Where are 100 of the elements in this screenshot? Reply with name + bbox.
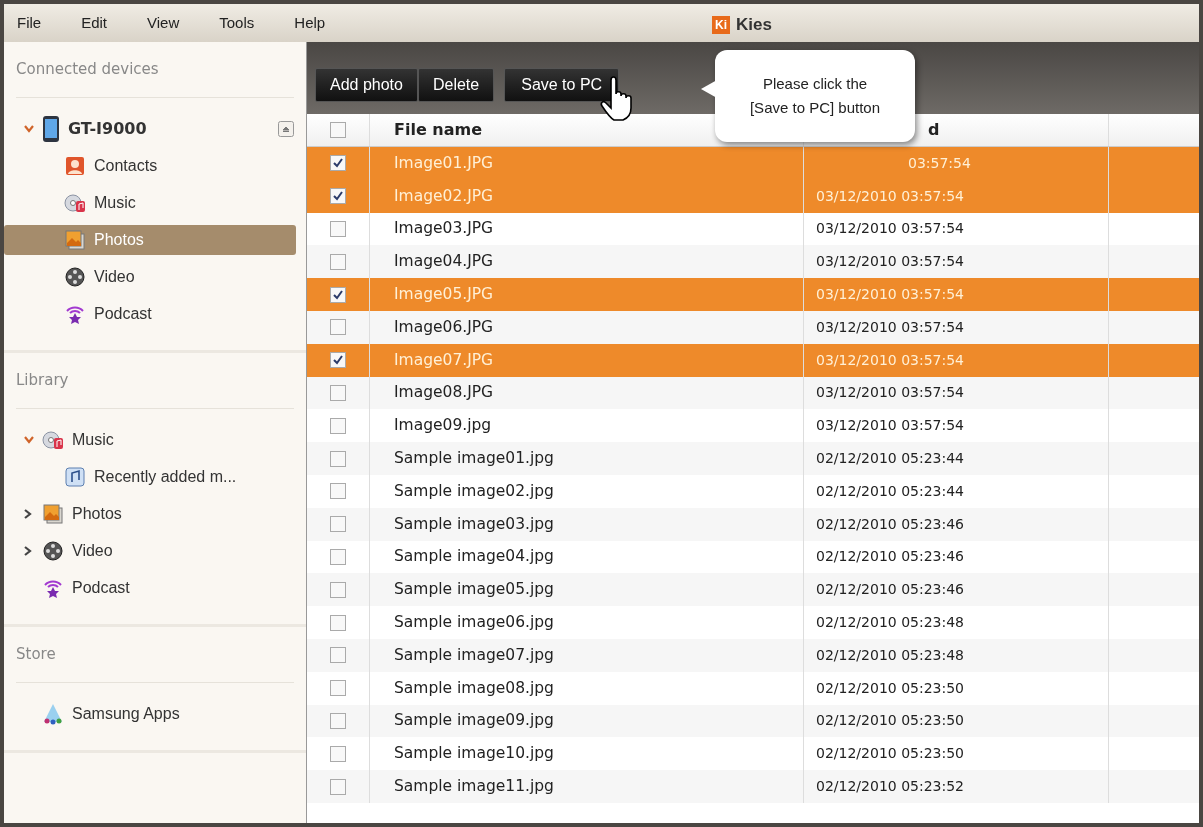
section-heading: Connected devices — [16, 59, 159, 81]
table-row[interactable]: Image08.JPG 03/12/2010 03:57:54 — [307, 376, 1199, 410]
menu-item[interactable]: File — [4, 11, 55, 35]
toolbar-button[interactable]: Save to PC — [504, 68, 620, 102]
checkbox[interactable] — [330, 647, 346, 664]
sidebar-item[interactable]: Video — [24, 535, 121, 566]
music-note-icon — [64, 465, 86, 488]
table-cell-text: 03/12/2010 03:57:54 — [816, 350, 965, 370]
chevron-right-icon[interactable] — [24, 508, 32, 519]
sidebar-item[interactable]: Recently added m... — [64, 461, 245, 492]
toolbar-button[interactable]: Delete — [417, 68, 495, 102]
checkbox[interactable] — [330, 155, 346, 172]
sidebar-item[interactable]: Podcast — [24, 572, 138, 603]
film-reel-icon — [42, 539, 64, 562]
checkbox[interactable] — [330, 253, 346, 270]
checkbox[interactable] — [330, 188, 346, 205]
table-cell-text: 02/12/2010 05:23:46 — [816, 514, 965, 534]
sidebar-item[interactable]: GT-I9000 — [24, 113, 155, 144]
table-cell-text: Image02.JPG — [394, 185, 494, 207]
table-cell-text: Sample image09.jpg — [394, 710, 554, 732]
window-title: Kies — [736, 14, 772, 36]
sidebar-item[interactable]: Photos — [24, 498, 130, 529]
checkbox[interactable] — [330, 417, 346, 434]
checkbox[interactable] — [330, 286, 346, 303]
sidebar-item[interactable]: Contacts — [64, 150, 166, 181]
table-cell-text: 02/12/2010 05:23:48 — [816, 645, 965, 665]
table-cell-text: 02/12/2010 05:23:46 — [816, 547, 965, 567]
checkbox[interactable] — [330, 122, 346, 138]
table-cell-text: Sample image05.jpg — [394, 579, 554, 601]
chevron-down-icon[interactable] — [24, 124, 34, 133]
menu-item[interactable]: Edit — [68, 11, 121, 35]
menu-item[interactable]: View — [134, 11, 193, 35]
table-row[interactable]: Image06.JPG 03/12/2010 03:57:54 — [307, 311, 1199, 344]
table-cell-text: Sample image01.jpg — [394, 447, 554, 469]
table-row[interactable]: Sample image09.jpg 02/12/2010 05:23:50 — [307, 704, 1199, 738]
table-cell-text: 03/12/2010 03:57:54 — [816, 383, 965, 403]
checkbox[interactable] — [330, 384, 346, 401]
toolbar-button[interactable]: Add photo — [315, 68, 418, 102]
table-cell-text: Sample image06.jpg — [394, 611, 554, 633]
app-logo: Ki — [712, 15, 730, 34]
section-heading: Library — [16, 370, 69, 392]
phone-icon — [42, 114, 60, 143]
table-cell-text: 02/12/2010 05:23:44 — [816, 481, 965, 501]
table-row[interactable]: Sample image05.jpg 02/12/2010 05:23:46 — [307, 573, 1199, 607]
checkbox[interactable] — [330, 680, 346, 697]
checkmark-icon — [332, 288, 344, 301]
menu-item[interactable]: Tools — [206, 11, 268, 35]
table-row[interactable]: Sample image03.jpg 02/12/2010 05:23:46 — [307, 507, 1199, 541]
table-cell-text: 03/12/2010 03:57:54 — [816, 219, 965, 239]
table-cell-text: Image06.JPG — [394, 316, 494, 338]
column-header[interactable]: File name — [394, 118, 483, 142]
column-header[interactable]: d — [928, 118, 940, 142]
table-cell-text: 03/12/2010 03:57:54 — [816, 317, 965, 337]
table-cell-text: 02/12/2010 05:23:46 — [816, 580, 965, 600]
checkmark-icon — [332, 354, 344, 367]
table-cell-text: 02/12/2010 05:23:52 — [816, 777, 965, 797]
film-reel-icon — [64, 265, 86, 288]
table-cell-text: Sample image07.jpg — [394, 644, 554, 666]
chevron-right-icon[interactable] — [24, 545, 32, 556]
table-cell-text: Sample image02.jpg — [394, 480, 554, 502]
checkbox[interactable] — [330, 745, 346, 762]
table-cell-text: Sample image03.jpg — [394, 513, 554, 535]
table-cell-text: Image07.JPG — [394, 349, 494, 371]
checkbox[interactable] — [330, 548, 346, 565]
checkbox[interactable] — [330, 319, 346, 336]
music-disc-icon — [42, 428, 64, 451]
section-heading: Store — [16, 644, 56, 666]
sidebar-item[interactable]: Music — [24, 424, 122, 455]
checkbox[interactable] — [330, 712, 346, 729]
table-row[interactable]: Sample image01.jpg 02/12/2010 05:23:44 — [307, 442, 1199, 475]
checkbox[interactable] — [330, 352, 346, 369]
table-cell-text: 02/12/2010 05:23:50 — [816, 711, 965, 731]
table-cell-text: 02/12/2010 05:23:50 — [816, 744, 965, 764]
sidebar-item[interactable]: Music — [64, 187, 144, 218]
sidebar-item[interactable]: Video — [64, 261, 143, 292]
table-row[interactable]: Image04.JPG 03/12/2010 03:57:54 — [307, 245, 1199, 279]
chevron-down-icon[interactable] — [24, 435, 34, 444]
checkbox[interactable] — [330, 778, 346, 795]
table-cell-text: Image09.jpg — [394, 415, 492, 437]
table-cell-text: 03/12/2010 03:57:54 — [816, 416, 965, 436]
checkbox[interactable] — [330, 516, 346, 533]
table-cell-text: Image01.JPG — [394, 152, 494, 174]
checkbox[interactable] — [330, 483, 346, 500]
menu-item[interactable]: Help — [281, 11, 339, 35]
table-row[interactable]: Sample image11.jpg 02/12/2010 05:23:52 — [307, 770, 1199, 803]
sidebar-item[interactable]: Samsung Apps — [24, 698, 188, 729]
photos-icon — [42, 502, 64, 525]
table-cell-text: Image04.JPG — [394, 251, 494, 273]
checkbox[interactable] — [330, 581, 346, 598]
music-disc-icon — [64, 191, 86, 214]
table-cell-text: 02/12/2010 05:23:50 — [816, 678, 965, 698]
table-row[interactable]: Sample image07.jpg 02/12/2010 05:23:48 — [307, 638, 1199, 672]
apps-pyramid-icon — [42, 702, 64, 725]
table-cell-text: Sample image10.jpg — [394, 743, 554, 765]
eject-icon[interactable] — [278, 120, 294, 137]
checkbox[interactable] — [330, 614, 346, 631]
sidebar-item[interactable]: Podcast — [64, 298, 160, 329]
checkbox[interactable] — [330, 450, 346, 467]
checkbox[interactable] — [330, 221, 346, 237]
table-cell-text: 03/12/2010 03:57:54 — [816, 285, 965, 305]
